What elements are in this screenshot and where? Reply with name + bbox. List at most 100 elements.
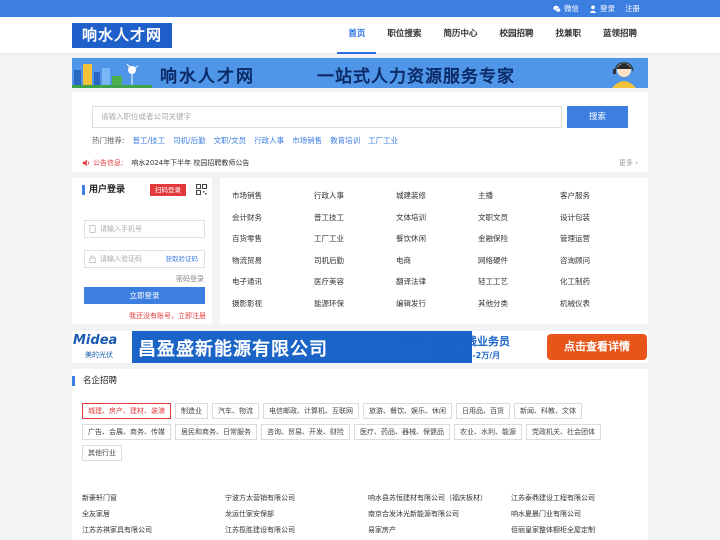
- scan-login-button[interactable]: 扫码登录: [150, 184, 186, 196]
- category-item[interactable]: 编辑发行: [396, 298, 478, 320]
- site-logo[interactable]: 响水人才网: [72, 23, 172, 48]
- hero-banner: 响水人才网 一站式人力资源服务专家: [72, 58, 648, 88]
- hot-keyword[interactable]: 行政人事: [254, 135, 284, 146]
- category-item[interactable]: 设计包装: [560, 212, 642, 234]
- hot-keyword[interactable]: 普工/技工: [133, 135, 166, 146]
- company-link[interactable]: 龙运仕家安保部: [225, 509, 368, 525]
- nav-job-search[interactable]: 职位搜索: [376, 17, 432, 54]
- nav-part-time[interactable]: 找兼职: [544, 17, 592, 54]
- category-item[interactable]: 网络硬件: [478, 255, 560, 277]
- industry-tag[interactable]: 电信邮政、计算机、互联网: [263, 403, 359, 419]
- register-link[interactable]: 注册: [625, 3, 640, 14]
- category-item[interactable]: 普工技工: [314, 212, 396, 234]
- industry-tag[interactable]: 农业、水利、能源: [454, 424, 522, 440]
- company-link[interactable]: 江苏泰鼎建设工程有限公司: [511, 493, 654, 509]
- top-bar: 微信 登录 注册: [0, 0, 720, 17]
- category-item[interactable]: 轻工工艺: [478, 276, 560, 298]
- notice-more-link[interactable]: 更多 ›: [619, 158, 638, 168]
- category-item[interactable]: 金融保险: [478, 233, 560, 255]
- company-link[interactable]: 响水夏晨门业有限公司: [511, 509, 654, 525]
- search-input[interactable]: 请输入职位或者公司关键字: [92, 106, 562, 128]
- code-field[interactable]: 请输入验证码 获取验证码: [84, 250, 205, 268]
- company-link[interactable]: 南京合发沐光新能源有限公司: [368, 509, 511, 525]
- company-link[interactable]: 响水县苏恒建材有限公司（福庆板材）: [368, 493, 511, 509]
- login-submit-button[interactable]: 立即登录: [84, 287, 205, 304]
- search-button[interactable]: 搜索: [567, 106, 628, 128]
- category-item[interactable]: 百货零售: [232, 233, 314, 255]
- category-item[interactable]: 物流贸易: [232, 255, 314, 277]
- notice-text[interactable]: 响水2024年下半年 校园招聘教师公告: [131, 158, 249, 168]
- category-item[interactable]: 文职文员: [478, 212, 560, 234]
- company-link[interactable]: 江苏揽胜建设有限公司: [225, 525, 368, 540]
- company-link[interactable]: 易家房产: [368, 525, 511, 540]
- category-item[interactable]: 客户服务: [560, 190, 642, 212]
- industry-tag[interactable]: 城建、房产、建材、装潢: [82, 403, 171, 419]
- category-item[interactable]: 会计财务: [232, 212, 314, 234]
- ad-cta-button[interactable]: 点击查看详情: [547, 334, 647, 360]
- category-item[interactable]: 其他分类: [478, 298, 560, 320]
- category-item[interactable]: 电子通讯: [232, 276, 314, 298]
- industry-tag[interactable]: 新闻、科教、文体: [514, 403, 582, 419]
- hot-keyword[interactable]: 市场销售: [292, 135, 322, 146]
- phone-field[interactable]: 请输入手机号: [84, 220, 205, 238]
- industry-tag[interactable]: 制造业: [175, 403, 208, 419]
- ad-job-block: 招聘：光伏一线业务员 高提成 1万-2万/月: [400, 331, 548, 363]
- wechat-link[interactable]: 微信: [553, 3, 579, 14]
- hot-keyword[interactable]: 教育培训: [330, 135, 360, 146]
- category-item[interactable]: 摄影影视: [232, 298, 314, 320]
- category-item[interactable]: 行政人事: [314, 190, 396, 212]
- top-links: 微信 登录 注册: [553, 3, 640, 14]
- industry-tag[interactable]: 咨询、贸易、开发、财险: [261, 424, 350, 440]
- register-link-box[interactable]: 我还没有账号，立即注册: [129, 311, 206, 321]
- industry-tag[interactable]: 党政机关、社会团体: [526, 424, 601, 440]
- job-categories: 市场销售 行政人事 城建装修 主播 客户服务会计财务 普工技工 文体培训 文职文员 设计包装百货…: [220, 178, 648, 324]
- category-item[interactable]: 机械仪表: [560, 298, 642, 320]
- famous-title: 名企招聘: [72, 376, 117, 386]
- industry-tag[interactable]: 日用品、百货: [456, 403, 510, 419]
- category-item[interactable]: 电商: [396, 255, 478, 277]
- customer-service-icon: [612, 62, 636, 88]
- category-item[interactable]: 化工制药: [560, 276, 642, 298]
- qr-code-icon[interactable]: [196, 184, 207, 195]
- industry-tag[interactable]: 医疗、药品、器械、保健品: [354, 424, 450, 440]
- category-item[interactable]: 餐饮休闲: [396, 233, 478, 255]
- ad-banner[interactable]: Midea 美的光伏 昌盈盛新能源有限公司 招聘：光伏一线业务员 高提成 1万-…: [72, 331, 648, 363]
- industry-tag[interactable]: 广告、会展、商务、传媒: [82, 424, 171, 440]
- hot-keyword[interactable]: 工厂工业: [368, 135, 398, 146]
- hot-keyword[interactable]: 文职/文员: [214, 135, 247, 146]
- user-icon: [589, 5, 597, 13]
- category-item[interactable]: 医疗美容: [314, 276, 396, 298]
- ad-job-title: 招聘：光伏一线业务员: [400, 335, 510, 348]
- category-item[interactable]: 翻译法律: [396, 276, 478, 298]
- nav-blue-collar[interactable]: 蓝领招聘: [592, 17, 648, 54]
- category-item[interactable]: 市场销售: [232, 190, 314, 212]
- category-item[interactable]: 能源环保: [314, 298, 396, 320]
- industry-tag[interactable]: 旅游、餐饮、娱乐、休闲: [363, 403, 452, 419]
- industry-tag[interactable]: 居民和商务、日常服务: [175, 424, 257, 440]
- category-item[interactable]: 工厂工业: [314, 233, 396, 255]
- nav-resume-center[interactable]: 简历中心: [432, 17, 488, 54]
- company-link[interactable]: 全友家居: [82, 509, 225, 525]
- category-item[interactable]: 主播: [478, 190, 560, 212]
- industry-tag[interactable]: 其他行业: [82, 445, 122, 461]
- company-link[interactable]: 宁波方太营销有限公司: [225, 493, 368, 509]
- login-box: 用户登录 扫码登录 请输入手机号 请输入验证码 获取验证码 密码登录 立即登录 …: [72, 178, 212, 324]
- company-link[interactable]: 佰丽皇家整体橱柜全屋定制: [511, 525, 654, 540]
- company-link[interactable]: 江苏苏祺家具有限公司: [82, 525, 225, 540]
- famous-companies: 名企招聘 城建、房产、建材、装潢 制造业 汽车、物流 电信邮政、计算机、互联网 旅游、餐…: [72, 369, 648, 540]
- category-item[interactable]: 城建装修: [396, 190, 478, 212]
- hot-keyword[interactable]: 司机/后勤: [173, 135, 206, 146]
- wechat-label: 微信: [564, 4, 579, 13]
- hot-keywords: 热门推荐: 普工/技工 司机/后勤 文职/文员 行政人事 市场销售 教育培训 工…: [92, 135, 398, 146]
- company-link[interactable]: 新豪轩门窗: [82, 493, 225, 509]
- industry-tag[interactable]: 汽车、物流: [212, 403, 259, 419]
- category-item[interactable]: 司机后勤: [314, 255, 396, 277]
- category-item[interactable]: 文体培训: [396, 212, 478, 234]
- login-link[interactable]: 登录: [589, 3, 615, 14]
- category-item[interactable]: 咨询顾问: [560, 255, 642, 277]
- password-login-link[interactable]: 密码登录: [176, 274, 204, 284]
- nav-campus[interactable]: 校园招聘: [488, 17, 544, 54]
- get-code-button[interactable]: 获取验证码: [166, 251, 199, 267]
- category-item[interactable]: 管理运营: [560, 233, 642, 255]
- nav-home[interactable]: 首页: [337, 17, 377, 54]
